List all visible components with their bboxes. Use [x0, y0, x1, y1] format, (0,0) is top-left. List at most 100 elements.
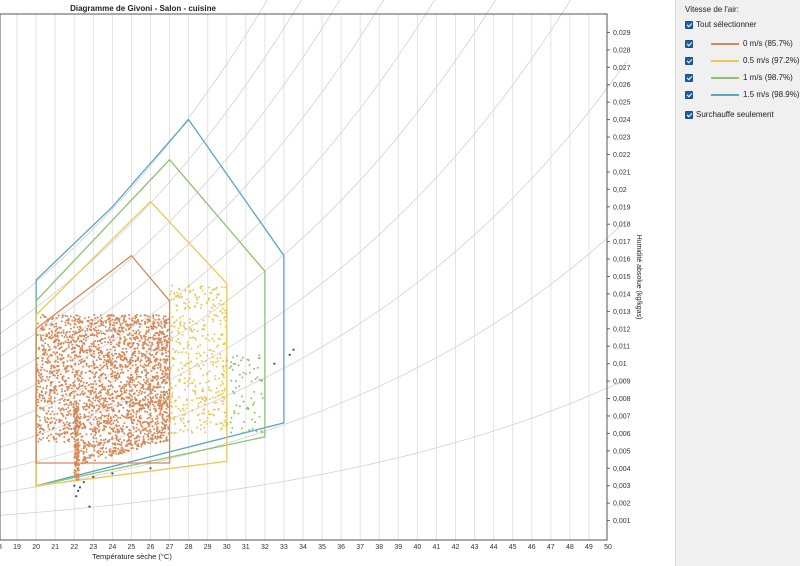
data-point	[138, 333, 141, 336]
data-point	[166, 334, 169, 337]
data-point	[42, 340, 45, 342]
data-point	[144, 353, 147, 356]
data-point	[120, 393, 123, 396]
data-point	[49, 354, 52, 357]
data-point	[125, 416, 127, 419]
data-point	[196, 362, 199, 365]
data-point	[104, 373, 107, 376]
data-point	[93, 391, 96, 394]
data-point	[174, 405, 177, 408]
data-point	[41, 363, 44, 366]
data-point	[82, 394, 85, 396]
data-point	[89, 369, 92, 372]
data-point	[117, 416, 120, 419]
data-point	[49, 422, 52, 425]
data-point	[251, 427, 254, 430]
speed-0-checkbox[interactable]	[685, 40, 693, 48]
data-point	[206, 333, 209, 336]
data-point	[50, 329, 53, 332]
data-point	[99, 450, 102, 453]
data-point	[106, 367, 109, 370]
data-point	[171, 331, 173, 334]
data-point	[100, 319, 103, 322]
data-point	[223, 369, 225, 372]
data-point	[41, 407, 44, 410]
data-point	[85, 364, 88, 367]
data-point	[109, 341, 112, 344]
data-point	[64, 334, 67, 336]
data-point	[139, 360, 142, 363]
data-point	[182, 404, 185, 406]
data-point	[160, 434, 163, 437]
data-point	[49, 397, 52, 400]
data-point	[173, 415, 176, 418]
data-point	[135, 322, 138, 325]
data-point	[105, 354, 108, 357]
data-point	[63, 432, 66, 435]
data-point	[36, 414, 39, 417]
data-point	[68, 422, 71, 425]
overheat-only-checkbox[interactable]	[685, 111, 693, 119]
x-tick-label: 44	[490, 544, 498, 551]
data-point	[122, 406, 125, 409]
data-point	[157, 364, 160, 367]
data-point	[66, 315, 69, 318]
data-point	[128, 341, 131, 344]
data-point	[190, 360, 192, 363]
data-point	[55, 317, 58, 320]
data-point	[251, 418, 254, 421]
data-point	[118, 320, 121, 323]
data-point	[97, 455, 100, 458]
data-point	[184, 365, 187, 367]
data-point	[93, 454, 96, 457]
data-point	[169, 339, 172, 342]
data-point	[88, 456, 91, 459]
speed-1-checkbox[interactable]	[685, 74, 693, 82]
data-point	[103, 397, 106, 400]
data-point	[147, 430, 149, 433]
speed-05-checkbox[interactable]	[685, 57, 693, 65]
data-point	[188, 344, 191, 347]
data-point	[140, 408, 143, 411]
data-point	[195, 397, 198, 400]
data-point	[134, 386, 137, 389]
data-point	[99, 411, 102, 414]
data-point	[135, 430, 138, 433]
data-point	[83, 425, 86, 428]
data-point	[123, 432, 126, 435]
select-all-checkbox[interactable]	[685, 21, 693, 29]
data-point	[151, 327, 154, 330]
data-point	[133, 332, 136, 335]
y-tick-label: 0,023	[613, 135, 631, 142]
data-point	[108, 397, 111, 400]
y-tick-label: 0,009	[613, 379, 631, 386]
data-point	[50, 389, 53, 392]
data-point	[179, 321, 182, 324]
data-point	[100, 397, 103, 400]
data-point	[145, 360, 148, 363]
data-point	[117, 447, 119, 450]
data-point	[50, 406, 53, 409]
data-point	[79, 330, 82, 333]
data-point	[94, 399, 97, 402]
data-point	[183, 307, 186, 310]
data-point	[123, 422, 126, 425]
data-point	[149, 346, 152, 349]
data-point	[212, 350, 215, 353]
x-tick-label: 36	[337, 544, 345, 551]
rh-curve	[0, 0, 385, 380]
y-tick-label: 0,024	[613, 117, 631, 124]
data-point	[170, 290, 172, 293]
x-tick-label: 24	[108, 544, 116, 551]
data-point	[153, 368, 156, 371]
data-point	[221, 359, 224, 362]
data-point	[187, 356, 190, 359]
data-point	[80, 358, 83, 361]
data-point	[177, 369, 180, 371]
data-point	[127, 325, 130, 327]
speed-15-checkbox[interactable]	[685, 91, 693, 99]
data-point	[83, 405, 86, 408]
data-point	[120, 452, 123, 455]
data-point	[69, 365, 72, 367]
data-point	[114, 431, 117, 434]
